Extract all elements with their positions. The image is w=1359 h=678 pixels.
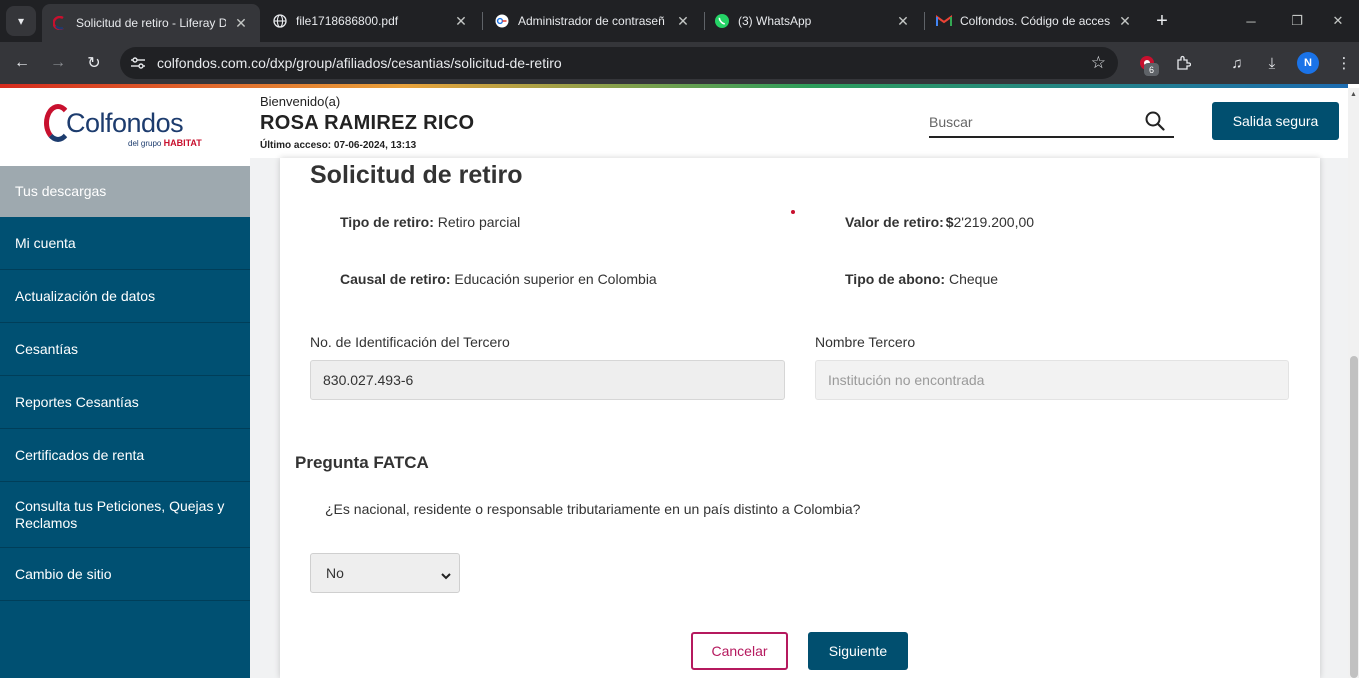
sidebar-item-actualizacion-datos[interactable]: Actualización de datos xyxy=(0,270,250,323)
search-input[interactable] xyxy=(929,112,1139,132)
fatca-answer-select[interactable]: No xyxy=(310,553,460,593)
media-controls-icon[interactable]: ♫ xyxy=(1226,52,1248,74)
download-icon[interactable]: ⤓ xyxy=(1261,52,1283,74)
valor-retiro-value: 2'219.200,00 xyxy=(953,214,1035,230)
tipo-abono-label: Tipo de abono: xyxy=(845,271,946,287)
scroll-up-icon[interactable]: ▲ xyxy=(1349,90,1358,99)
tipo-retiro: Tipo de retiro: Retiro parcial xyxy=(340,214,520,230)
valor-retiro-label: Valor de retiro: xyxy=(845,214,944,230)
site-header: Colfondos del grupo HABITAT Bienvenido(a… xyxy=(0,88,1348,158)
welcome-text: Bienvenido(a) xyxy=(260,94,341,109)
search-box xyxy=(929,108,1174,138)
tab-title: Colfondos. Código de acceso xyxy=(960,14,1110,28)
last-access: Último acceso: 07-06-2024, 13:13 xyxy=(260,140,417,151)
restore-icon[interactable]: ❐ xyxy=(1277,8,1317,34)
close-icon[interactable]: ✕ xyxy=(674,12,692,30)
tab-separator xyxy=(482,12,483,30)
menu-kebab-icon[interactable]: ⋮ xyxy=(1333,52,1355,74)
sidebar: Tus descargas Mi cuenta Actualización de… xyxy=(0,166,250,678)
gmail-icon xyxy=(936,13,952,29)
minimize-icon[interactable]: ─ xyxy=(1231,8,1271,34)
extension-badge: 6 xyxy=(1144,63,1159,76)
tipo-retiro-value: Retiro parcial xyxy=(437,214,521,230)
close-icon[interactable]: ✕ xyxy=(1116,12,1134,30)
search-icon[interactable] xyxy=(1144,110,1166,132)
safe-exit-button[interactable]: Salida segura xyxy=(1212,102,1339,140)
causal-retiro: Causal de retiro: Educación superior en … xyxy=(340,271,657,287)
tab-title: (3) WhatsApp xyxy=(738,14,812,28)
reload-icon[interactable]: ↻ xyxy=(82,51,106,75)
sidebar-item-cambio-sitio[interactable]: Cambio de sitio xyxy=(0,548,250,601)
nombre-tercero-field[interactable]: Institución no encontrada xyxy=(815,360,1289,400)
cancel-button[interactable]: Cancelar xyxy=(691,632,788,670)
new-tab-icon[interactable]: + xyxy=(1150,9,1174,33)
fatca-answer-value: No xyxy=(326,565,344,581)
tab-password-manager[interactable]: Administrador de contraseñ ✕ xyxy=(484,4,702,38)
browser-tab-strip: ▾ Solicitud de retiro - Liferay D ✕ file… xyxy=(0,0,1359,42)
globe-icon xyxy=(272,13,288,29)
sidebar-item-reportes-cesantias[interactable]: Reportes Cesantías xyxy=(0,376,250,429)
forward-icon[interactable]: → xyxy=(46,51,70,75)
password-manager-icon xyxy=(494,13,510,29)
sidebar-item-pqr[interactable]: Consulta tus Peticiones, Quejas y Reclam… xyxy=(0,482,250,548)
withdrawal-form-card xyxy=(280,158,1320,678)
close-window-icon[interactable]: ✕ xyxy=(1318,8,1358,34)
address-bar[interactable]: colfondos.com.co/dxp/group/afiliados/ces… xyxy=(120,47,1118,79)
sidebar-item-tus-descargas[interactable]: Tus descargas xyxy=(0,166,250,217)
id-tercero-field[interactable]: 830.027.493-6 xyxy=(310,360,785,400)
tipo-retiro-label: Tipo de retiro: xyxy=(340,214,434,230)
logo-subtitle: del grupo HABITAT xyxy=(128,138,202,148)
page-title: Solicitud de retiro xyxy=(310,161,523,189)
bookmark-star-icon[interactable]: ☆ xyxy=(1091,53,1106,73)
url-text: colfondos.com.co/dxp/group/afiliados/ces… xyxy=(157,55,562,71)
close-icon[interactable]: ✕ xyxy=(452,12,470,30)
id-tercero-label: No. de Identificación del Tercero xyxy=(310,334,510,350)
nombre-tercero-label: Nombre Tercero xyxy=(815,334,916,350)
tipo-abono-value: Cheque xyxy=(948,271,999,287)
sidebar-item-mi-cuenta[interactable]: Mi cuenta xyxy=(0,217,250,270)
tipo-abono: Tipo de abono: Cheque xyxy=(845,271,998,287)
chevron-down-icon xyxy=(441,568,451,580)
scrollbar-thumb[interactable] xyxy=(1350,356,1358,678)
tab-title: file1718686800.pdf xyxy=(296,14,399,28)
fatca-section-title: Pregunta FATCA xyxy=(295,453,429,472)
valor-retiro-currency: $ xyxy=(945,214,954,230)
tab-solicitud-de-retiro[interactable]: Solicitud de retiro - Liferay D ✕ xyxy=(42,4,260,42)
logo-text: Colfondos xyxy=(66,108,184,138)
extensions-puzzle-icon[interactable] xyxy=(1172,52,1194,74)
whatsapp-icon xyxy=(714,13,730,29)
fatca-question: ¿Es nacional, residente o responsable tr… xyxy=(325,501,861,517)
colfondos-icon xyxy=(52,15,68,31)
close-icon[interactable]: ✕ xyxy=(894,12,912,30)
valor-retiro: Valor de retiro: $2'219.200,00 xyxy=(845,214,1034,230)
back-icon[interactable]: ← xyxy=(10,51,34,75)
sidebar-item-certificados-renta[interactable]: Certificados de renta xyxy=(0,429,250,482)
tab-title: Administrador de contraseñ xyxy=(518,14,665,28)
next-button[interactable]: Siguiente xyxy=(808,632,908,670)
close-icon[interactable]: ✕ xyxy=(232,14,250,32)
user-name: ROSA RAMIREZ RICO xyxy=(260,112,475,134)
marker-dot xyxy=(791,210,795,214)
causal-retiro-value: Educación superior en Colombia xyxy=(454,271,657,287)
colfondos-logo[interactable]: Colfondos del grupo HABITAT xyxy=(44,104,214,150)
tab-gmail[interactable]: Colfondos. Código de acceso ✕ xyxy=(926,4,1144,38)
sidebar-item-cesantias[interactable]: Cesantías xyxy=(0,323,250,376)
tab-search-button[interactable]: ▾ xyxy=(6,6,36,36)
causal-retiro-label: Causal de retiro: xyxy=(340,271,451,287)
profile-avatar[interactable]: N xyxy=(1297,52,1319,74)
tab-whatsapp[interactable]: (3) WhatsApp ✕ xyxy=(704,4,922,38)
tab-pdf-file[interactable]: file1718686800.pdf ✕ xyxy=(262,4,480,38)
site-settings-icon[interactable] xyxy=(130,55,146,71)
tab-title: Solicitud de retiro - Liferay D xyxy=(76,16,226,30)
tab-separator xyxy=(924,12,925,30)
